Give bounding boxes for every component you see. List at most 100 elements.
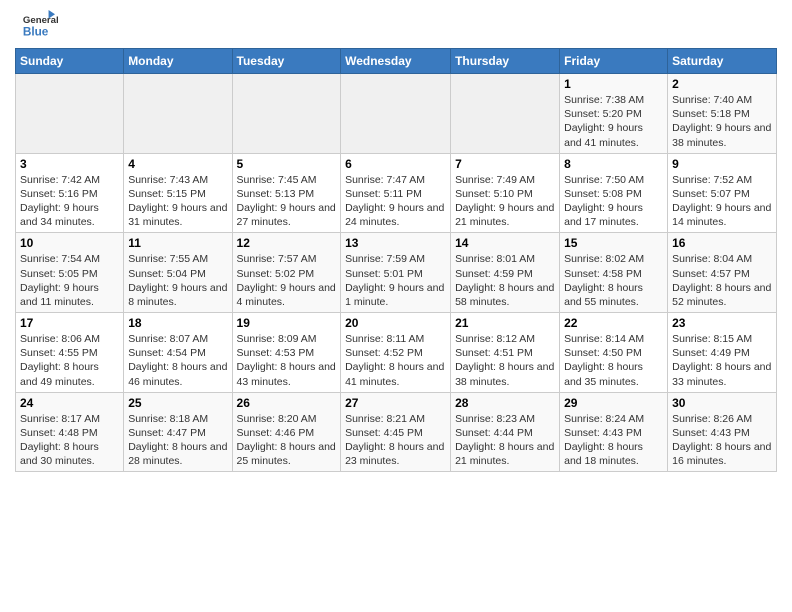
calendar-cell: [232, 74, 341, 154]
calendar-cell: 14 Sunrise: 8:01 AM Sunset: 4:59 PM Dayli…: [451, 233, 560, 313]
day-number: 15: [564, 236, 663, 250]
day-number: 14: [455, 236, 555, 250]
calendar-cell: 22 Sunrise: 8:14 AM Sunset: 4:50 PM Dayli…: [560, 313, 668, 393]
calendar-cell: 20 Sunrise: 8:11 AM Sunset: 4:52 PM Dayli…: [341, 313, 451, 393]
day-number: 21: [455, 316, 555, 330]
day-number: 8: [564, 157, 663, 171]
calendar-cell: 28 Sunrise: 8:23 AM Sunset: 4:44 PM Dayli…: [451, 392, 560, 472]
calendar-cell: 29 Sunrise: 8:24 AM Sunset: 4:43 PM Dayli…: [560, 392, 668, 472]
calendar-cell: 17 Sunrise: 8:06 AM Sunset: 4:55 PM Dayli…: [16, 313, 124, 393]
calendar-week-row: 17 Sunrise: 8:06 AM Sunset: 4:55 PM Dayli…: [16, 313, 777, 393]
calendar-cell: 19Sunrise: 8:09 AM Sunset: 4:53 PM Dayli…: [232, 313, 341, 393]
svg-text:Blue: Blue: [23, 26, 49, 39]
day-number: 26: [237, 396, 337, 410]
day-info: Sunrise: 7:45 AM Sunset: 5:13 PM Dayligh…: [237, 173, 337, 230]
day-info: Sunrise: 7:57 AM Sunset: 5:02 PM Dayligh…: [237, 252, 337, 309]
day-info: Sunrise: 8:14 AM Sunset: 4:50 PM Dayligh…: [564, 332, 663, 389]
calendar-cell: 3Sunrise: 7:42 AM Sunset: 5:16 PM Daylig…: [16, 153, 124, 233]
day-info: Sunrise: 8:11 AM Sunset: 4:52 PM Dayligh…: [345, 332, 446, 389]
day-number: 23: [672, 316, 772, 330]
calendar-cell: 23 Sunrise: 8:15 AM Sunset: 4:49 PM Dayli…: [668, 313, 777, 393]
calendar-cell: 4 Sunrise: 7:43 AM Sunset: 5:15 PM Daylig…: [124, 153, 232, 233]
calendar-cell: 11 Sunrise: 7:55 AM Sunset: 5:04 PM Dayli…: [124, 233, 232, 313]
header: General Blue: [15, 10, 777, 40]
calendar-week-row: 24 Sunrise: 8:17 AM Sunset: 4:48 PM Dayli…: [16, 392, 777, 472]
day-number: 30: [672, 396, 772, 410]
day-info: Sunrise: 7:42 AM Sunset: 5:16 PM Dayligh…: [20, 173, 119, 230]
calendar-cell: 24 Sunrise: 8:17 AM Sunset: 4:48 PM Dayli…: [16, 392, 124, 472]
day-info: Sunrise: 7:52 AM Sunset: 5:07 PM Dayligh…: [672, 173, 772, 230]
day-info: Sunrise: 7:47 AM Sunset: 5:11 PM Dayligh…: [345, 173, 446, 230]
day-number: 25: [128, 396, 227, 410]
calendar-cell: 27 Sunrise: 8:21 AM Sunset: 4:45 PM Dayli…: [341, 392, 451, 472]
day-info: Sunrise: 8:21 AM Sunset: 4:45 PM Dayligh…: [345, 412, 446, 469]
calendar-cell: 25 Sunrise: 8:18 AM Sunset: 4:47 PM Dayli…: [124, 392, 232, 472]
day-number: 11: [128, 236, 227, 250]
day-info: Sunrise: 8:01 AM Sunset: 4:59 PM Dayligh…: [455, 252, 555, 309]
day-info: Sunrise: 7:54 AM Sunset: 5:05 PM Dayligh…: [20, 252, 119, 309]
day-info: Sunrise: 7:38 AM Sunset: 5:20 PM Dayligh…: [564, 93, 663, 150]
day-number: 20: [345, 316, 446, 330]
weekday-header: Saturday: [668, 49, 777, 74]
day-info: Sunrise: 7:49 AM Sunset: 5:10 PM Dayligh…: [455, 173, 555, 230]
weekday-header: Tuesday: [232, 49, 341, 74]
calendar-cell: [124, 74, 232, 154]
logo-icon: General Blue: [15, 10, 65, 40]
day-info: Sunrise: 8:02 AM Sunset: 4:58 PM Dayligh…: [564, 252, 663, 309]
calendar-cell: 30 Sunrise: 8:26 AM Sunset: 4:43 PM Dayli…: [668, 392, 777, 472]
day-number: 29: [564, 396, 663, 410]
day-info: Sunrise: 7:40 AM Sunset: 5:18 PM Dayligh…: [672, 93, 772, 150]
day-number: 1: [564, 77, 663, 91]
day-number: 28: [455, 396, 555, 410]
day-number: 17: [20, 316, 119, 330]
calendar-cell: 18 Sunrise: 8:07 AM Sunset: 4:54 PM Dayli…: [124, 313, 232, 393]
svg-text:General: General: [23, 15, 59, 26]
calendar-cell: 13 Sunrise: 7:59 AM Sunset: 5:01 PM Dayli…: [341, 233, 451, 313]
day-number: 9: [672, 157, 772, 171]
calendar-cell: [16, 74, 124, 154]
day-info: Sunrise: 8:09 AM Sunset: 4:53 PM Dayligh…: [237, 332, 337, 389]
calendar-cell: 16 Sunrise: 8:04 AM Sunset: 4:57 PM Dayli…: [668, 233, 777, 313]
day-info: Sunrise: 7:59 AM Sunset: 5:01 PM Dayligh…: [345, 252, 446, 309]
day-info: Sunrise: 8:18 AM Sunset: 4:47 PM Dayligh…: [128, 412, 227, 469]
day-number: 2: [672, 77, 772, 91]
calendar-cell: 8 Sunrise: 7:50 AM Sunset: 5:08 PM Daylig…: [560, 153, 668, 233]
day-info: Sunrise: 7:55 AM Sunset: 5:04 PM Dayligh…: [128, 252, 227, 309]
day-number: 13: [345, 236, 446, 250]
day-info: Sunrise: 7:43 AM Sunset: 5:15 PM Dayligh…: [128, 173, 227, 230]
day-info: Sunrise: 8:07 AM Sunset: 4:54 PM Dayligh…: [128, 332, 227, 389]
day-info: Sunrise: 8:24 AM Sunset: 4:43 PM Dayligh…: [564, 412, 663, 469]
calendar-cell: [341, 74, 451, 154]
day-info: Sunrise: 8:04 AM Sunset: 4:57 PM Dayligh…: [672, 252, 772, 309]
weekday-header: Wednesday: [341, 49, 451, 74]
day-info: Sunrise: 8:26 AM Sunset: 4:43 PM Dayligh…: [672, 412, 772, 469]
weekday-header: Sunday: [16, 49, 124, 74]
calendar-cell: 10 Sunrise: 7:54 AM Sunset: 5:05 PM Dayli…: [16, 233, 124, 313]
day-number: 27: [345, 396, 446, 410]
day-number: 4: [128, 157, 227, 171]
calendar-cell: 26Sunrise: 8:20 AM Sunset: 4:46 PM Dayli…: [232, 392, 341, 472]
day-number: 18: [128, 316, 227, 330]
day-info: Sunrise: 8:12 AM Sunset: 4:51 PM Dayligh…: [455, 332, 555, 389]
day-number: 7: [455, 157, 555, 171]
calendar-cell: 1 Sunrise: 7:38 AM Sunset: 5:20 PM Daylig…: [560, 74, 668, 154]
calendar-cell: [451, 74, 560, 154]
day-number: 16: [672, 236, 772, 250]
day-info: Sunrise: 8:06 AM Sunset: 4:55 PM Dayligh…: [20, 332, 119, 389]
calendar-table: SundayMondayTuesdayWednesdayThursdayFrid…: [15, 48, 777, 472]
day-info: Sunrise: 7:50 AM Sunset: 5:08 PM Dayligh…: [564, 173, 663, 230]
day-info: Sunrise: 8:17 AM Sunset: 4:48 PM Dayligh…: [20, 412, 119, 469]
day-number: 10: [20, 236, 119, 250]
day-number: 5: [237, 157, 337, 171]
main-container: General Blue SundayMondayTuesdayWednesda…: [0, 0, 792, 482]
weekday-header: Friday: [560, 49, 668, 74]
day-info: Sunrise: 8:23 AM Sunset: 4:44 PM Dayligh…: [455, 412, 555, 469]
calendar-cell: 12Sunrise: 7:57 AM Sunset: 5:02 PM Dayli…: [232, 233, 341, 313]
day-number: 22: [564, 316, 663, 330]
calendar-cell: 9 Sunrise: 7:52 AM Sunset: 5:07 PM Daylig…: [668, 153, 777, 233]
calendar-cell: 2 Sunrise: 7:40 AM Sunset: 5:18 PM Daylig…: [668, 74, 777, 154]
day-info: Sunrise: 8:15 AM Sunset: 4:49 PM Dayligh…: [672, 332, 772, 389]
day-number: 24: [20, 396, 119, 410]
calendar-cell: 5 Sunrise: 7:45 AM Sunset: 5:13 PM Daylig…: [232, 153, 341, 233]
calendar-week-row: 3Sunrise: 7:42 AM Sunset: 5:16 PM Daylig…: [16, 153, 777, 233]
